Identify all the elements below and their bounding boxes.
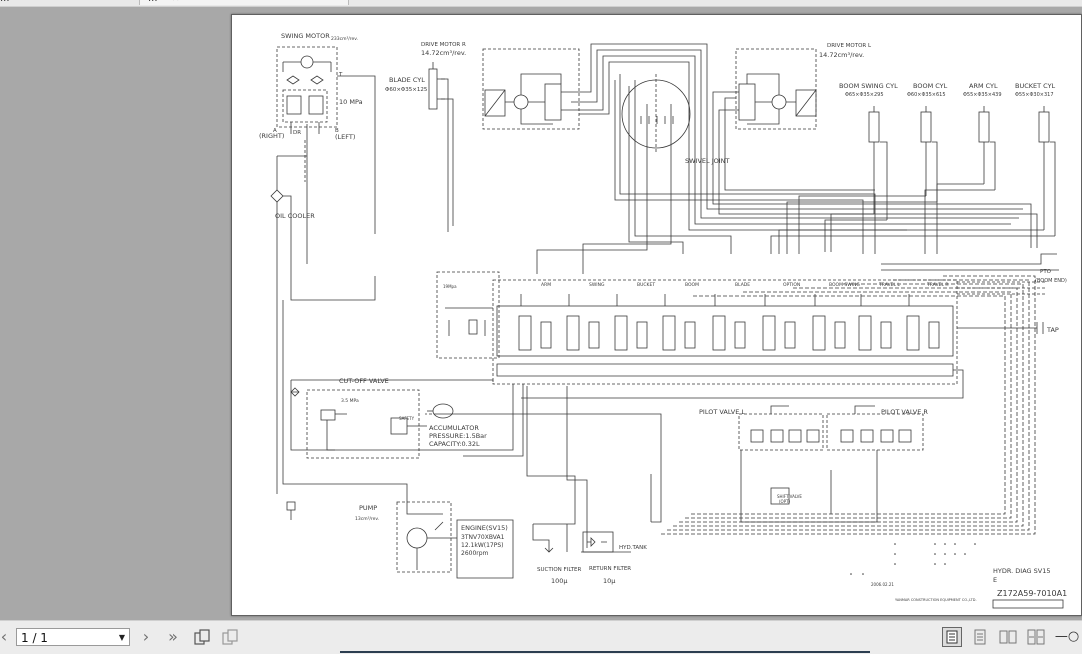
document-tab[interactable]: ... [0, 0, 130, 5]
pto-label: PTO [1040, 269, 1052, 275]
two-page-view-icon[interactable] [998, 627, 1018, 647]
bucket-cyl-spec: Φ55×Φ30×317 [1015, 92, 1054, 98]
swing-port-b-dir: (LEFT) [335, 133, 355, 141]
boom-swing-cyl-spec: Φ65×Φ35×295 [845, 92, 884, 98]
single-page-view-icon[interactable] [942, 627, 962, 647]
next-page-icon[interactable]: › [138, 627, 154, 647]
page-number-input[interactable]: 1 / 1 ▼ [16, 628, 130, 646]
close-icon[interactable]: ✕ [172, 0, 180, 4]
pump-label: PUMP [359, 504, 377, 512]
valve-section-label: ARM [541, 282, 551, 288]
drive-motor-l-spec: 14.72cm³/rev. [819, 51, 864, 59]
pilot-valve-l-label: PILOT VALVE L [699, 408, 745, 416]
viewer-toolbar: ‹ 1 / 1 ▼ › » —○ [0, 620, 1082, 654]
oil-cooler-label: OIL COOLER [275, 212, 315, 220]
company-name: YANMAR CONSTRUCTION EQUIPMENT CO.,LTD. [895, 598, 977, 602]
two-page-continuous-icon[interactable] [1026, 627, 1046, 647]
boom-swing-cyl-label: BOOM SWING CYL [839, 82, 898, 90]
drive-motor-l-label: DRIVE MOTOR L [827, 43, 872, 49]
valve-section-label: BOOM [685, 282, 699, 288]
swing-motor-pressure: 10 MPa [339, 98, 363, 106]
chevron-down-icon[interactable]: ▼ [119, 629, 125, 647]
valve-section-label: TRAVEL L [878, 282, 900, 288]
pto-sub-label: (BOOM END) [1035, 278, 1067, 284]
document-tab-active[interactable]: ... ✕ [139, 0, 349, 5]
tab-label: ... [148, 0, 158, 4]
suction-filter-mesh: 100μ [551, 577, 568, 585]
arm-cyl-label: ARM CYL [969, 82, 998, 90]
suction-filter-label: SUCTION FILTER [537, 567, 581, 573]
rotate-page-icon[interactable] [192, 627, 212, 647]
cutoff-valve-label: CUT-OFF VALVE [339, 377, 389, 385]
engine-rpm: 2600rpm [461, 550, 489, 557]
engine-power: 12.1kW(17PS) [461, 542, 504, 549]
zoom-slider[interactable]: —○ [1052, 627, 1082, 647]
first-page-icon[interactable]: ‹ [0, 627, 8, 647]
swing-port-dr: DR [293, 130, 301, 136]
copy-page-icon[interactable] [220, 627, 240, 647]
valve-section-label: BLADE [735, 282, 750, 288]
title-block-name-suffix: E [993, 576, 997, 584]
title-block-name: HYDR. DIAG SV15 [993, 567, 1050, 575]
swing-motor-spec: 233cm³/rev. [331, 36, 358, 42]
swing-motor-label: SWING MOTOR [281, 32, 330, 40]
valve-section-label: TRAVEL R [926, 282, 948, 288]
shift-valve-sub-label: (OPT) [779, 499, 791, 504]
pump-spec: 13cm³/rev. [355, 516, 379, 522]
last-page-icon[interactable]: » [164, 627, 182, 647]
tab-label: ... [0, 0, 10, 4]
safety-label: SAFETY [399, 416, 415, 421]
blade-cyl-spec: Φ60×Φ35×125 [385, 87, 428, 93]
document-tab-bar: ... ... ✕ [0, 0, 1082, 7]
return-filter-mesh: 10μ [603, 577, 615, 585]
accumulator-capacity: CAPACITY:0.32L [429, 440, 480, 448]
blade-cyl-label: BLADE CYL [389, 76, 425, 84]
valve-section-label: BUCKET [637, 282, 655, 288]
accumulator-pressure: PRESSURE:1.5Bar [429, 432, 487, 440]
swivel-joint-label: SWIVEL JOINT [685, 157, 730, 165]
valve-pressure: 19Mpa [443, 284, 457, 289]
document-page: SWING MOTOR 233cm³/rev. 10 MPa A (RIGHT)… [231, 14, 1082, 616]
pilot-valve-r-label: PILOT VALVE R [881, 408, 928, 416]
hydraulic-diagram: SWING MOTOR 233cm³/rev. 10 MPa A (RIGHT)… [231, 14, 1082, 616]
engine-label: ENGINE(SV15) [461, 524, 508, 532]
drive-motor-r-spec: 14.72cm³/rev. [421, 49, 466, 57]
boom-cyl-label: BOOM CYL [913, 82, 948, 90]
valve-section-label: OPTION [783, 282, 800, 288]
boom-cyl-spec: Φ60×Φ35×615 [907, 92, 946, 98]
continuous-view-icon[interactable] [970, 627, 990, 647]
valve-section-label: BOOM SWING [829, 282, 860, 288]
accumulator-label: ACCUMULATOR [429, 424, 479, 432]
return-filter-label: RETURN FILTER [589, 566, 631, 572]
arm-cyl-spec: Φ55×Φ35×439 [963, 92, 1002, 98]
hyd-tank-label: HYD.TANK [619, 545, 647, 551]
valve-section-label: SWING [589, 282, 605, 288]
swing-port-t: T [338, 72, 343, 78]
page-indicator: 1 / 1 [21, 631, 48, 645]
tap-label: TAP [1046, 326, 1059, 334]
swing-port-a-dir: (RIGHT) [259, 132, 284, 140]
drive-motor-r-label: DRIVE MOTOR R [421, 42, 466, 48]
drawing-number: Z172A59-7010A1 [997, 589, 1067, 598]
bucket-cyl-label: BUCKET CYL [1015, 82, 1056, 90]
drawing-date: 2006.02.21 [871, 582, 894, 587]
cutoff-valve-pressure: 3.5 MPa [341, 398, 359, 404]
engine-model: 3TNV70XBVA1 [461, 534, 505, 541]
